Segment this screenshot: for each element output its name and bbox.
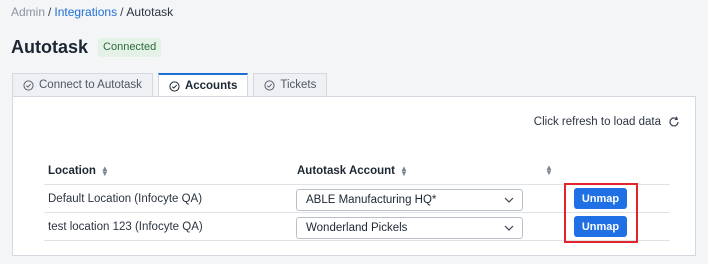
check-circle-icon [169,80,180,92]
location-cell: Default Location (Infocyte QA) [48,193,203,205]
tab-tickets[interactable]: Tickets [253,73,328,96]
breadcrumb-separator: / [48,5,52,19]
sort-icon[interactable]: ▲ ▼ [400,165,408,178]
status-badge: Connected [98,38,162,57]
refresh-label: Click refresh to load data [533,116,661,128]
tab-accounts[interactable]: Accounts [157,73,249,97]
tab-bar: Connect to Autotask Accounts Tickets [12,73,332,97]
page-title: Autotask [11,37,89,57]
breadcrumb: Admin / Integrations / Autotask [11,5,173,19]
tab-label: Connect to Autotask [39,79,142,91]
location-cell: test location 123 (Infocyte QA) [48,221,203,233]
highlight-box [564,183,638,243]
breadcrumb-admin[interactable]: Admin [11,5,45,19]
autotask-account-select[interactable]: ABLE Manufacturing HQ* [296,189,523,211]
sort-icon[interactable]: ▲ ▼ [101,165,109,178]
breadcrumb-current: Autotask [126,5,174,19]
chevron-down-icon [504,225,514,231]
breadcrumb-integrations-link[interactable]: Integrations [54,5,117,19]
column-header-autotask-account[interactable]: Autotask Account ▲ ▼ [297,165,408,178]
autotask-account-select[interactable]: Wonderland Pickels [296,217,523,239]
refresh-icon[interactable] [668,116,680,128]
check-circle-icon [23,79,34,91]
chevron-down-icon [504,197,514,203]
column-header-location[interactable]: Location ▲ ▼ [48,165,109,178]
breadcrumb-separator: / [120,5,124,19]
tab-label: Tickets [280,79,317,91]
tab-connect-to-autotask[interactable]: Connect to Autotask [12,73,153,96]
tab-label: Accounts [184,80,238,92]
column-header-action[interactable]: ▲ ▼ [545,164,553,177]
refresh-control[interactable]: Click refresh to load data [534,116,680,128]
check-circle-icon [264,79,275,91]
sort-icon[interactable]: ▲ ▼ [545,164,553,177]
accounts-panel: Click refresh to load data Location ▲ ▼ A… [12,96,696,256]
title-row: Autotask Connected [11,37,162,58]
